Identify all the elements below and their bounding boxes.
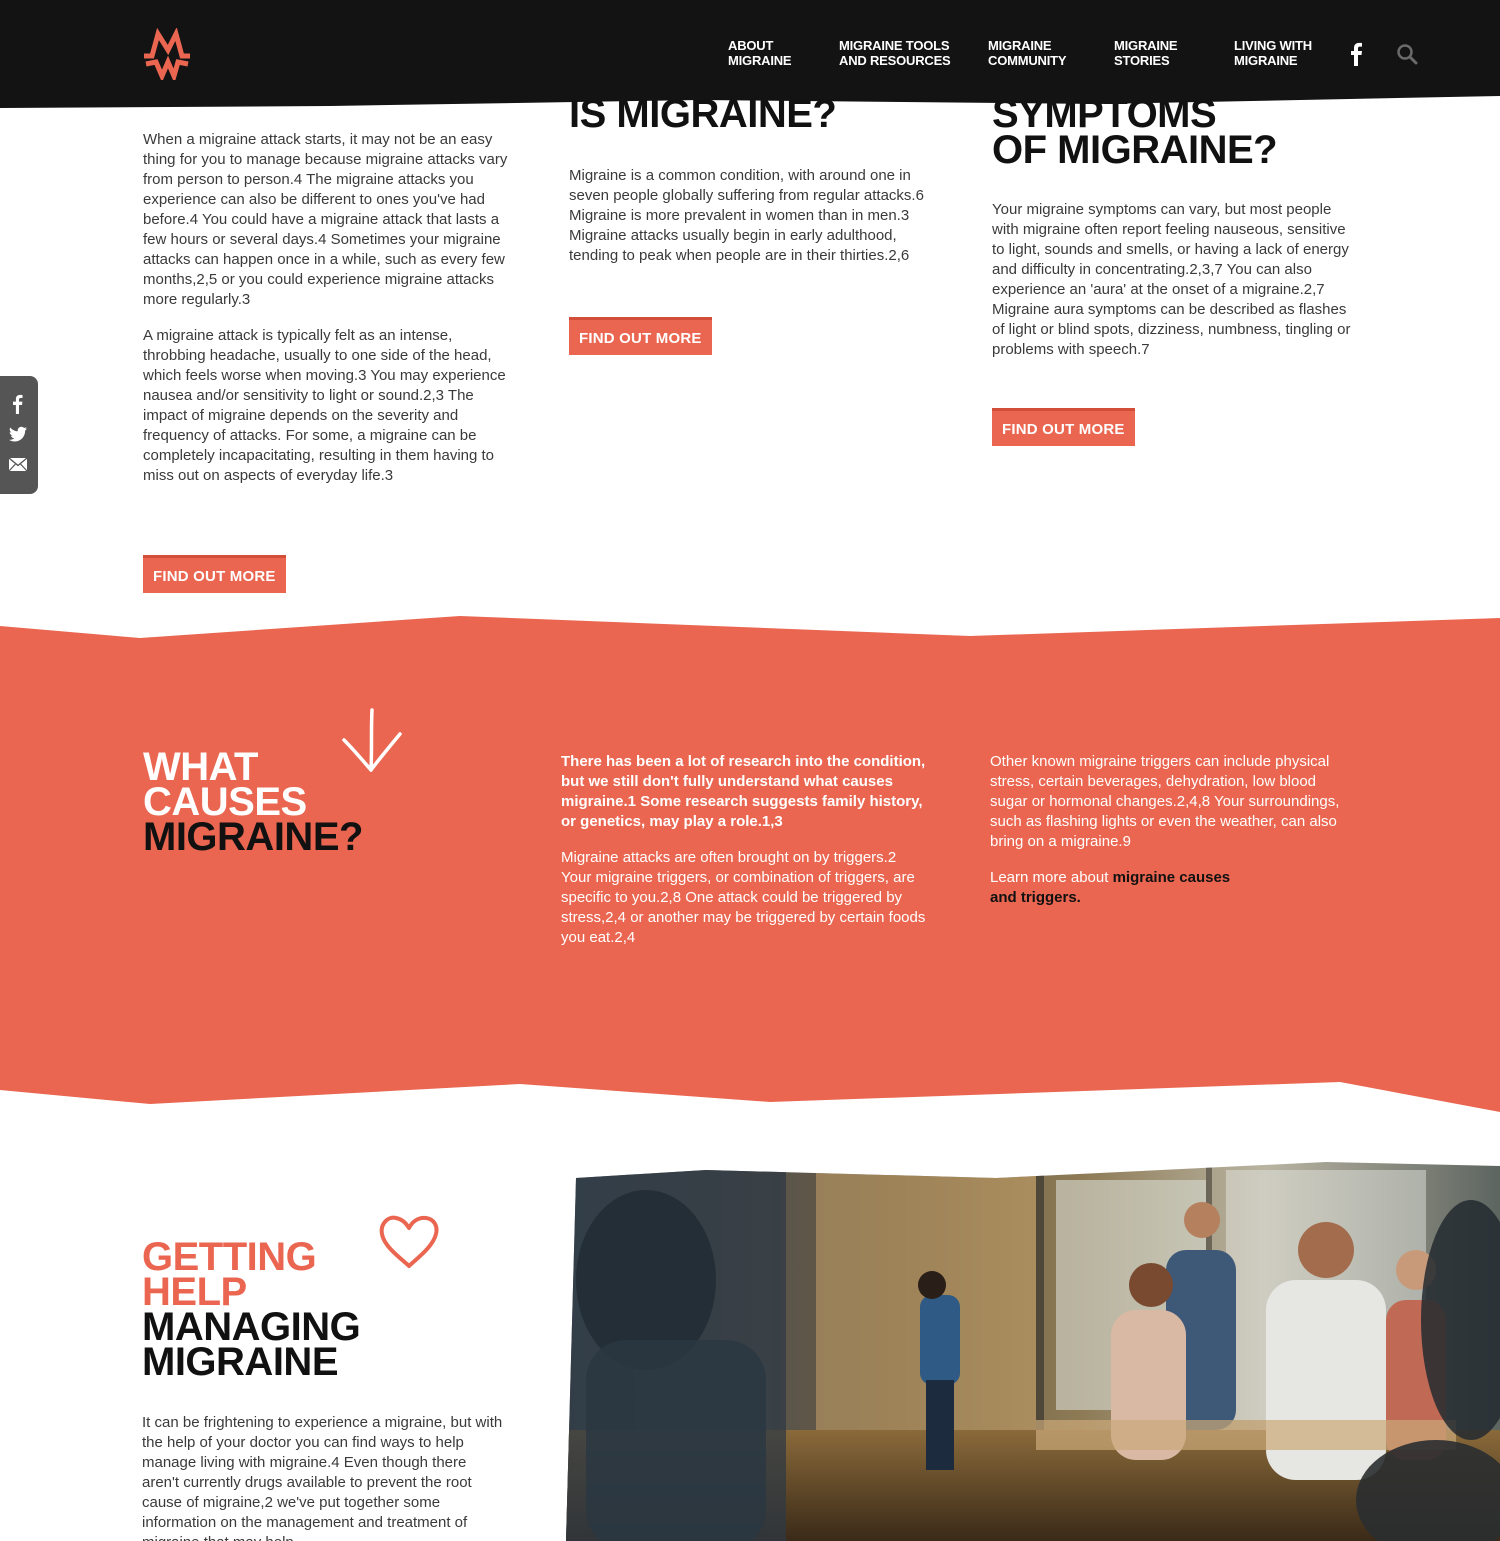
col2-paragraph-1: Migraine is a common condition, with aro… — [569, 167, 924, 264]
nav-label: Community — [988, 53, 1067, 68]
help-heading-line-4: migraine — [142, 1340, 339, 1384]
nav-label: Stories — [1114, 53, 1170, 68]
nav-label: Migraine Tools — [839, 38, 950, 53]
nav-label: Migraine — [988, 38, 1052, 53]
facebook-icon[interactable] — [1346, 42, 1366, 66]
nav-tools-resources[interactable]: Migraine Tools and Resources — [839, 38, 951, 68]
twitter-icon[interactable] — [8, 424, 28, 444]
nav-label: About — [728, 38, 774, 53]
nav-about-migraine[interactable]: About Migraine — [728, 38, 792, 68]
help-paragraph-1: It can be frightening to experience a mi… — [142, 1414, 503, 1541]
intro-column-1: When a migraine attack starts, it may no… — [143, 130, 508, 502]
mail-icon[interactable] — [8, 454, 28, 474]
find-out-more-button[interactable]: Find out more — [569, 317, 712, 355]
nav-living-with-migraine[interactable]: Living with Migraine — [1234, 38, 1312, 68]
causes-learn-more: Learn more about migraine causes and tri… — [990, 868, 1260, 908]
find-out-more-button[interactable]: Find out more — [992, 408, 1135, 446]
nav-label: Living with — [1234, 38, 1312, 53]
share-sidebar — [0, 376, 38, 494]
main-nav: About Migraine Migraine Tools and Resour… — [0, 38, 1500, 78]
col3-paragraph-1: Your migraine symptoms can vary, but mos… — [992, 201, 1351, 358]
heart-icon — [379, 1215, 439, 1268]
nav-migraine-stories[interactable]: Migraine Stories — [1114, 38, 1178, 68]
nav-label: and Resources — [839, 53, 951, 68]
help-heading: Getting help managing migraine — [142, 1237, 361, 1384]
nav-migraine-community[interactable]: Migraine Community — [988, 38, 1067, 68]
causes-heading-line-3: migraine? — [143, 815, 363, 859]
causes-paragraph-2: Migraine attacks are often brought on by… — [561, 849, 926, 946]
col3-heading-line-2: of migraine? — [992, 128, 1278, 172]
causes-heading: What causes migraine? — [143, 747, 363, 859]
causes-column-1: There has been a lot of research into th… — [561, 752, 926, 964]
col1-paragraph-1: When a migraine attack starts, it may no… — [143, 131, 508, 308]
intro-column-3: Your migraine symptoms can vary, but mos… — [992, 200, 1357, 376]
facebook-icon[interactable] — [8, 394, 28, 414]
intro-column-2: Migraine is a common condition, with aro… — [569, 166, 929, 282]
find-out-more-button[interactable]: Find out more — [143, 555, 286, 593]
causes-lead: There has been a lot of research into th… — [561, 753, 926, 830]
site-header: About Migraine Migraine Tools and Resour… — [0, 0, 1500, 112]
nav-label: Migraine — [728, 53, 792, 68]
causes-column-2: Other known migraine triggers can includ… — [990, 752, 1355, 924]
learn-more-prefix: Learn more about — [990, 869, 1113, 886]
causes-paragraph-3: Other known migraine triggers can includ… — [990, 753, 1340, 850]
col1-paragraph-2: A migraine attack is typically felt as a… — [143, 327, 506, 484]
nav-label: Migraine — [1234, 53, 1298, 68]
help-column: It can be frightening to experience a mi… — [142, 1413, 507, 1541]
nav-label: Migraine — [1114, 38, 1178, 53]
office-meeting-photo — [566, 1162, 1500, 1541]
search-icon[interactable] — [1396, 43, 1418, 65]
